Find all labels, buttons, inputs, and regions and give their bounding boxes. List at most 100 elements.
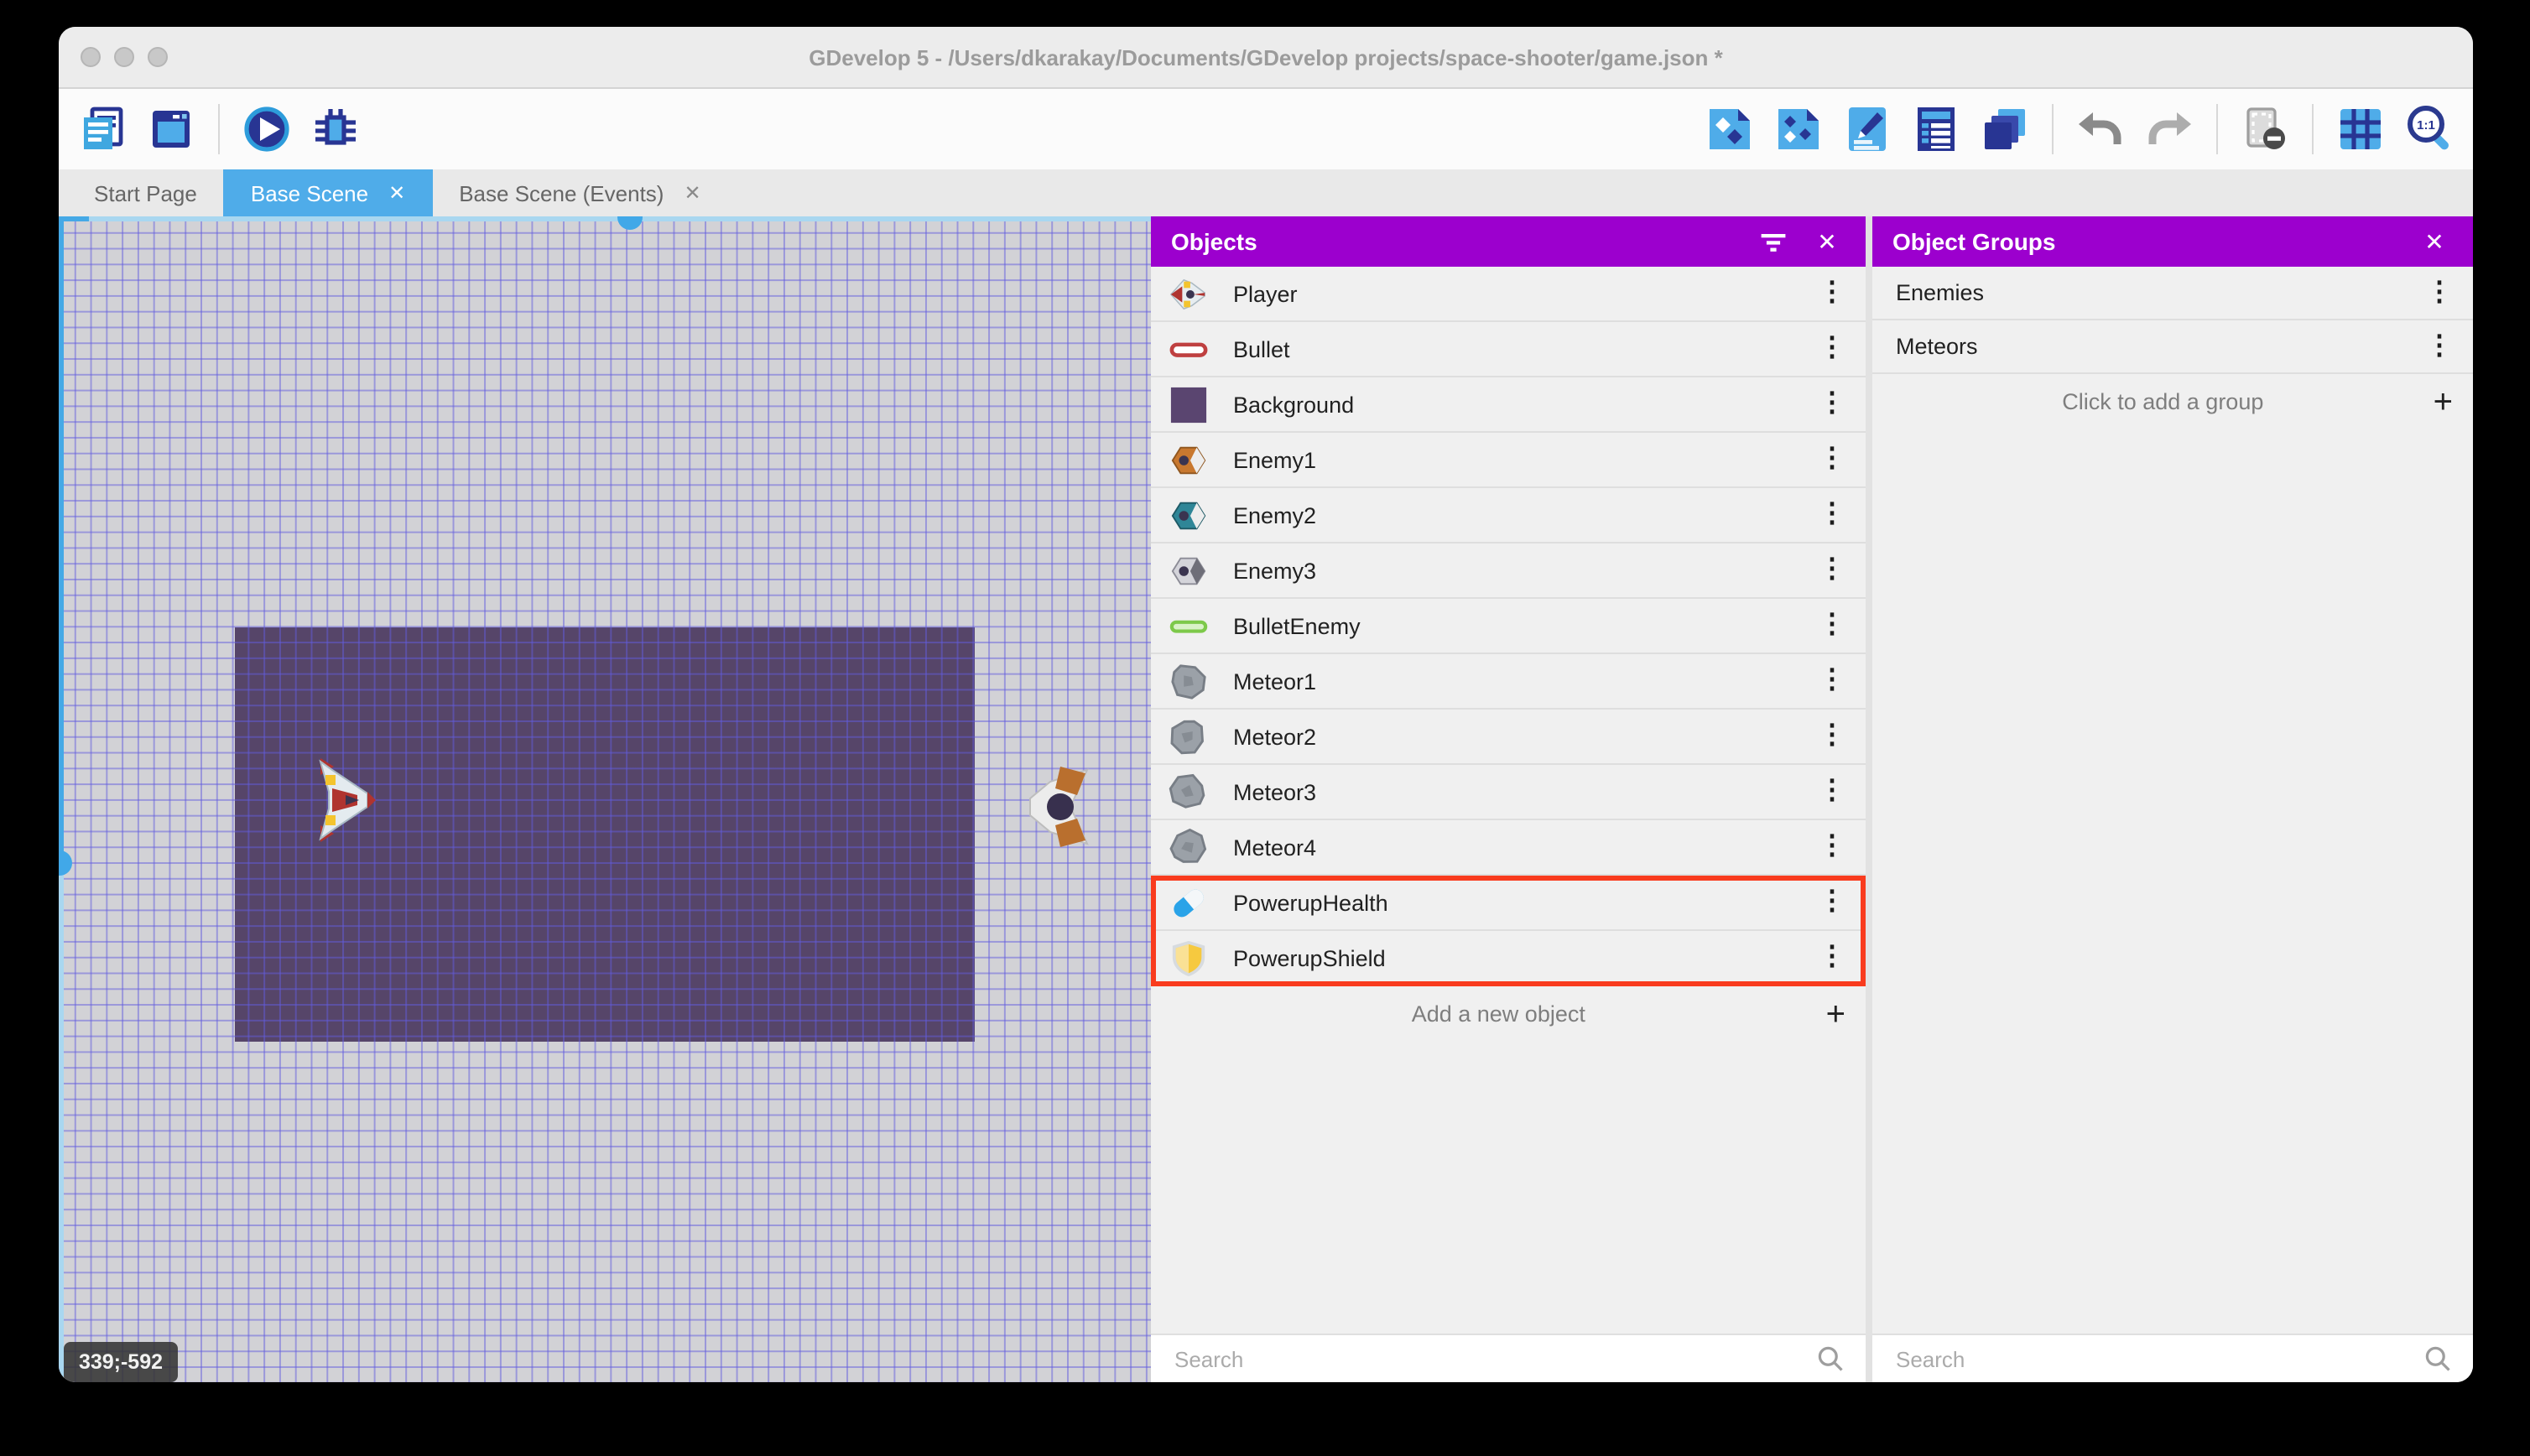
object-row-enemy3[interactable]: Enemy3 ⋮ bbox=[1151, 543, 1866, 599]
object-label: Bullet bbox=[1233, 336, 1290, 361]
group-row-meteors[interactable]: Meteors ⋮ bbox=[1872, 320, 2473, 374]
close-window-button[interactable] bbox=[81, 47, 101, 67]
object-label: Meteor2 bbox=[1233, 724, 1317, 749]
row-menu-icon[interactable]: ⋮ bbox=[1819, 556, 1845, 584]
filter-icon[interactable] bbox=[1755, 223, 1792, 260]
row-menu-icon[interactable]: ⋮ bbox=[1819, 279, 1845, 307]
project-manager-icon[interactable] bbox=[75, 102, 129, 156]
search-icon bbox=[1818, 1346, 1843, 1371]
tab-start-page[interactable]: Start Page bbox=[67, 169, 224, 216]
object-row-bullet[interactable]: Bullet ⋮ bbox=[1151, 322, 1866, 377]
object-label: Player bbox=[1233, 281, 1298, 306]
row-menu-icon[interactable]: ⋮ bbox=[1819, 888, 1845, 916]
bullet-icon bbox=[1168, 329, 1208, 369]
preview-window-icon[interactable] bbox=[144, 102, 198, 156]
screen: GDevelop 5 - /Users/dkarakay/Documents/G… bbox=[0, 0, 2530, 1456]
object-label: BulletEnemy bbox=[1233, 613, 1361, 638]
search-icon bbox=[2425, 1346, 2450, 1371]
scene-canvas[interactable]: 339;-592 bbox=[59, 216, 1151, 1382]
plus-icon[interactable]: + bbox=[1826, 997, 1845, 1031]
groups-list: Enemies ⋮ Meteors ⋮ bbox=[1872, 267, 2473, 374]
object-label: Background bbox=[1233, 392, 1355, 417]
row-menu-icon[interactable]: ⋮ bbox=[1819, 611, 1845, 639]
row-menu-icon[interactable]: ⋮ bbox=[1819, 944, 1845, 971]
groups-panel-spacer bbox=[1872, 429, 2473, 1334]
object-label: Meteor3 bbox=[1233, 779, 1317, 804]
play-icon[interactable] bbox=[240, 102, 294, 156]
zoom-window-button[interactable] bbox=[148, 47, 168, 67]
toolbar-separator bbox=[2312, 104, 2314, 154]
object-row-meteor1[interactable]: Meteor1 ⋮ bbox=[1151, 654, 1866, 710]
object-row-enemy1[interactable]: Enemy1 ⋮ bbox=[1151, 433, 1866, 488]
object-row-powerupshield[interactable]: PowerupShield ⋮ bbox=[1151, 931, 1866, 986]
object-row-enemy2[interactable]: Enemy2 ⋮ bbox=[1151, 488, 1866, 543]
close-panel-icon[interactable]: ✕ bbox=[2416, 223, 2453, 260]
tab-base-scene[interactable]: Base Scene ✕ bbox=[223, 169, 433, 216]
row-menu-icon[interactable]: ⋮ bbox=[2426, 278, 2453, 306]
object-label: Meteor1 bbox=[1233, 668, 1317, 694]
close-tab-icon[interactable]: ✕ bbox=[684, 181, 700, 205]
object-row-meteor4[interactable]: Meteor4 ⋮ bbox=[1151, 820, 1866, 876]
object-row-bulletenemy[interactable]: BulletEnemy ⋮ bbox=[1151, 599, 1866, 654]
add-object-row[interactable]: Add a new object + bbox=[1151, 986, 1866, 1042]
properties-icon[interactable] bbox=[1840, 102, 1894, 156]
group-label: Enemies bbox=[1896, 280, 1985, 305]
render-options-icon[interactable] bbox=[2238, 102, 2292, 156]
object-groups-editor-icon[interactable] bbox=[1772, 102, 1825, 156]
groups-search-input[interactable] bbox=[1892, 1344, 2423, 1373]
row-menu-icon[interactable]: ⋮ bbox=[1819, 335, 1845, 362]
undo-icon[interactable] bbox=[2074, 102, 2127, 156]
debug-icon[interactable] bbox=[309, 102, 362, 156]
row-menu-icon[interactable]: ⋮ bbox=[2426, 332, 2453, 360]
minimize-window-button[interactable] bbox=[114, 47, 134, 67]
layers-icon[interactable] bbox=[1978, 102, 2032, 156]
plus-icon[interactable]: + bbox=[2434, 385, 2453, 419]
row-menu-icon[interactable]: ⋮ bbox=[1819, 777, 1845, 805]
title-bar: GDevelop 5 - /Users/dkarakay/Documents/G… bbox=[59, 27, 2473, 89]
enemy-bullet-icon bbox=[1168, 606, 1208, 646]
vertical-scrollbar[interactable] bbox=[59, 216, 64, 1382]
main-area: 339;-592 Objects ✕ Player ⋮ Bullet ⋮ Bac… bbox=[59, 216, 2473, 1382]
objects-panel: Objects ✕ Player ⋮ Bullet ⋮ Background ⋮… bbox=[1151, 216, 1866, 1382]
panel-divider[interactable] bbox=[1866, 216, 1872, 1382]
player-ship-sprite[interactable] bbox=[312, 758, 376, 842]
object-row-meteor3[interactable]: Meteor3 ⋮ bbox=[1151, 765, 1866, 820]
object-label: Enemy2 bbox=[1233, 502, 1317, 528]
row-menu-icon[interactable]: ⋮ bbox=[1819, 390, 1845, 418]
tab-base-scene-events[interactable]: Base Scene (Events) ✕ bbox=[432, 169, 727, 216]
row-menu-icon[interactable]: ⋮ bbox=[1819, 445, 1845, 473]
enemy-ship-sprite[interactable] bbox=[1017, 765, 1091, 849]
row-menu-icon[interactable]: ⋮ bbox=[1819, 667, 1845, 694]
objects-list: Player ⋮ Bullet ⋮ Background ⋮ Enemy1 ⋮ … bbox=[1151, 267, 1866, 986]
horizontal-scrollbar-thumb[interactable] bbox=[617, 216, 643, 230]
vertical-scrollbar-fill bbox=[59, 216, 64, 862]
redo-icon[interactable] bbox=[2142, 102, 2196, 156]
objects-search-input[interactable] bbox=[1171, 1344, 1815, 1373]
grid-icon[interactable] bbox=[2334, 102, 2387, 156]
close-tab-icon[interactable]: ✕ bbox=[388, 181, 405, 205]
add-group-row[interactable]: Click to add a group + bbox=[1872, 374, 2473, 429]
meteor-icon bbox=[1164, 713, 1211, 760]
instances-list-icon[interactable] bbox=[1909, 102, 1963, 156]
toolbar-separator bbox=[2216, 104, 2218, 154]
zoom-1-1-icon[interactable]: 1:1 bbox=[2402, 102, 2456, 156]
tab-label: Base Scene bbox=[250, 180, 369, 205]
gdevelop-window: GDevelop 5 - /Users/dkarakay/Documents/G… bbox=[59, 27, 2473, 1382]
tab-label: Base Scene (Events) bbox=[459, 180, 664, 205]
meteor-icon bbox=[1162, 766, 1214, 818]
enemy2-ship-icon bbox=[1168, 495, 1208, 535]
object-row-player[interactable]: Player ⋮ bbox=[1151, 267, 1866, 322]
panel-title: Objects bbox=[1171, 228, 1257, 255]
object-row-background[interactable]: Background ⋮ bbox=[1151, 377, 1866, 433]
horizontal-scrollbar[interactable] bbox=[59, 216, 1151, 221]
row-menu-icon[interactable]: ⋮ bbox=[1819, 833, 1845, 861]
row-menu-icon[interactable]: ⋮ bbox=[1819, 722, 1845, 750]
objects-editor-icon[interactable] bbox=[1703, 102, 1757, 156]
vertical-scrollbar-thumb[interactable] bbox=[59, 850, 72, 876]
close-panel-icon[interactable]: ✕ bbox=[1809, 223, 1845, 260]
object-row-meteor2[interactable]: Meteor2 ⋮ bbox=[1151, 710, 1866, 765]
health-pill-icon bbox=[1168, 882, 1208, 923]
group-row-enemies[interactable]: Enemies ⋮ bbox=[1872, 267, 2473, 320]
object-row-powieruphealth[interactable]: PowerupHealth ⋮ bbox=[1151, 876, 1866, 931]
row-menu-icon[interactable]: ⋮ bbox=[1819, 501, 1845, 528]
